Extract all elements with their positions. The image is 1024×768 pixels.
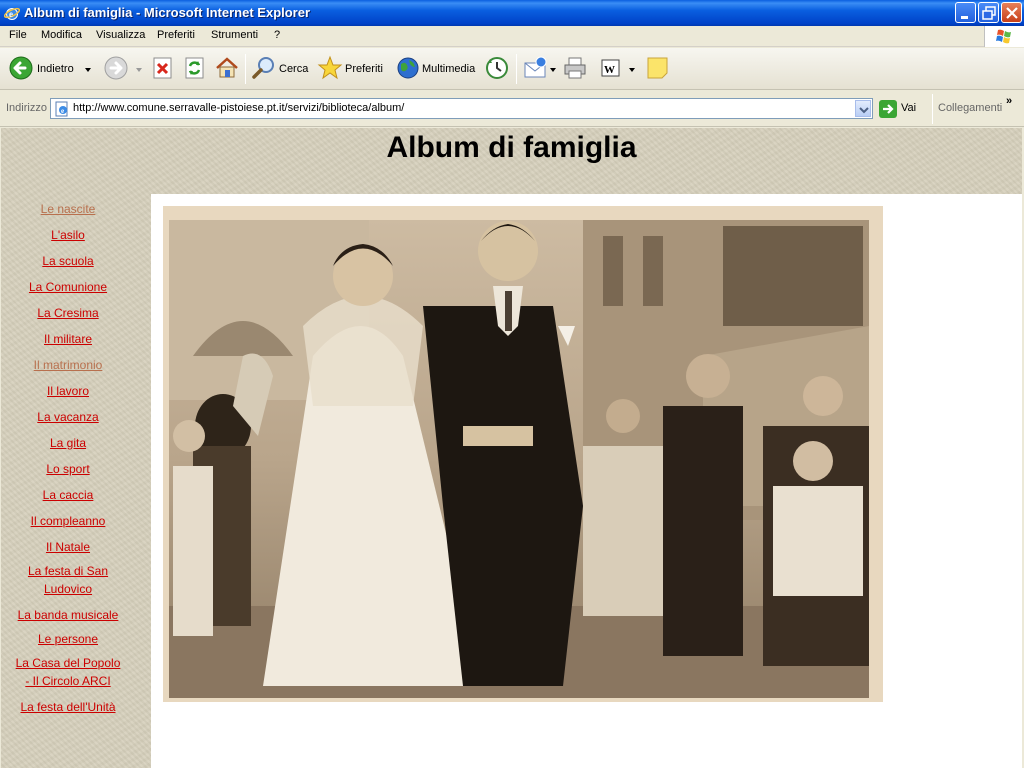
forward-dropdown-icon[interactable] xyxy=(136,68,142,72)
back-dropdown-icon[interactable] xyxy=(85,68,91,72)
page-content: Album di famiglia Le nascite L'asilo La sc… xyxy=(1,128,1022,768)
go-button[interactable]: Vai xyxy=(901,102,916,114)
menu-preferiti[interactable]: Preferiti xyxy=(157,29,195,41)
nav-link[interactable]: La scuola xyxy=(1,252,135,270)
nav-link[interactable]: Il compleanno xyxy=(1,512,135,530)
nav-link[interactable]: La Cresima xyxy=(1,304,135,322)
mail-button[interactable] xyxy=(523,55,557,83)
address-label: Indirizzo xyxy=(6,102,47,114)
home-button[interactable] xyxy=(214,55,240,83)
edit-button[interactable]: W xyxy=(598,55,638,83)
refresh-icon xyxy=(185,57,204,79)
svg-text:e: e xyxy=(61,107,64,115)
nav-link[interactable]: La caccia xyxy=(1,486,135,504)
go-arrow-icon[interactable] xyxy=(879,100,897,118)
nav-link[interactable]: La festa dell'Unità xyxy=(13,698,123,716)
minimize-button[interactable] xyxy=(955,2,976,23)
sticky-note-icon xyxy=(647,57,668,79)
menu-modifica[interactable]: Modifica xyxy=(41,29,82,41)
nav-link[interactable]: La gita xyxy=(1,434,135,452)
links-button[interactable]: Collegamenti xyxy=(938,102,1002,114)
window-title: Album di famiglia - Microsoft Internet E… xyxy=(24,5,311,20)
toolbar-separator xyxy=(516,54,517,84)
internet-explorer-icon: e xyxy=(4,7,20,20)
browser-window: e Album di famiglia - Microsoft Internet… xyxy=(0,0,1024,768)
address-dropdown-button[interactable] xyxy=(855,100,871,117)
word-document-icon: W xyxy=(601,59,620,77)
menu-strumenti[interactable]: Strumenti xyxy=(211,29,258,41)
menu-bar: File Modifica Visualizza Preferiti Strum… xyxy=(0,26,1024,47)
close-icon xyxy=(1006,7,1018,19)
stop-button[interactable] xyxy=(151,55,175,83)
svg-text:e: e xyxy=(9,9,13,19)
favorites-button[interactable]: Preferiti xyxy=(317,55,385,83)
restore-icon xyxy=(982,6,996,20)
page-icon: e xyxy=(55,101,68,117)
search-icon xyxy=(252,57,274,79)
notes-button[interactable] xyxy=(645,55,671,83)
home-icon xyxy=(216,57,238,78)
print-button[interactable] xyxy=(562,55,588,83)
nav-link[interactable]: Il militare xyxy=(1,330,135,348)
history-button[interactable] xyxy=(484,55,510,83)
history-clock-icon xyxy=(486,57,508,79)
stop-icon xyxy=(153,57,172,79)
links-chevron-icon[interactable]: » xyxy=(1006,95,1012,107)
nav-link[interactable]: La Casa del Popolo - Il Circolo ARCI xyxy=(13,654,123,690)
nav-link[interactable]: La Comunione xyxy=(1,278,135,296)
mail-dropdown-icon[interactable] xyxy=(550,68,556,72)
wedding-photo xyxy=(163,206,883,702)
svg-text:W: W xyxy=(604,64,615,76)
mail-icon xyxy=(524,56,547,78)
windows-logo xyxy=(984,26,1024,47)
nav-link[interactable]: La vacanza xyxy=(1,408,135,426)
minimize-icon xyxy=(961,16,968,19)
star-icon xyxy=(317,55,343,80)
nav-link[interactable]: L'asilo xyxy=(1,226,135,244)
content-area xyxy=(151,194,1022,768)
media-button[interactable]: Multimedia xyxy=(395,55,475,83)
menu-file[interactable]: File xyxy=(9,29,27,41)
address-separator xyxy=(932,94,933,124)
nav-link[interactable]: La festa di San Ludovico xyxy=(13,562,123,598)
close-button[interactable] xyxy=(1001,2,1022,23)
restore-button[interactable] xyxy=(978,2,999,23)
address-input[interactable]: e http://www.comune.serravalle-pistoiese… xyxy=(50,98,873,119)
search-button[interactable]: Cerca xyxy=(251,55,308,83)
toolbar: Indietro Cerca Preferiti Multimedia W xyxy=(0,48,1024,90)
nav-link[interactable]: Le persone xyxy=(1,630,135,648)
address-url[interactable]: http://www.comune.serravalle-pistoiese.p… xyxy=(73,102,404,114)
edit-dropdown-icon[interactable] xyxy=(629,68,635,72)
toolbar-separator xyxy=(245,54,246,84)
forward-button[interactable] xyxy=(103,55,145,83)
favorites-label: Preferiti xyxy=(345,63,383,75)
printer-icon xyxy=(564,57,586,79)
nav-link[interactable]: Lo sport xyxy=(1,460,135,478)
chevron-down-icon xyxy=(859,107,869,114)
media-globe-icon xyxy=(397,57,419,79)
menu-visualizza[interactable]: Visualizza xyxy=(96,29,145,41)
forward-arrow-icon xyxy=(104,56,128,80)
nav-link[interactable]: Il matrimonio xyxy=(1,356,135,374)
search-label: Cerca xyxy=(279,63,309,75)
refresh-button[interactable] xyxy=(183,55,207,83)
nav-link[interactable]: Il lavoro xyxy=(1,382,135,400)
title-bar[interactable]: e Album di famiglia - Microsoft Internet… xyxy=(0,0,1024,26)
back-arrow-icon xyxy=(9,56,33,80)
back-label: Indietro xyxy=(37,63,74,75)
address-bar: Indirizzo e http://www.comune.serravalle… xyxy=(0,91,1024,127)
nav-link[interactable]: Le nascite xyxy=(1,200,135,218)
media-label: Multimedia xyxy=(422,63,476,75)
nav-link[interactable]: La banda musicale xyxy=(1,606,135,624)
nav-link[interactable]: Il Natale xyxy=(1,538,135,556)
back-button[interactable]: Indietro xyxy=(8,55,96,83)
page-title: Album di famiglia xyxy=(386,131,637,164)
windows-flag-icon xyxy=(996,29,1011,44)
menu-help[interactable]: ? xyxy=(274,29,280,41)
